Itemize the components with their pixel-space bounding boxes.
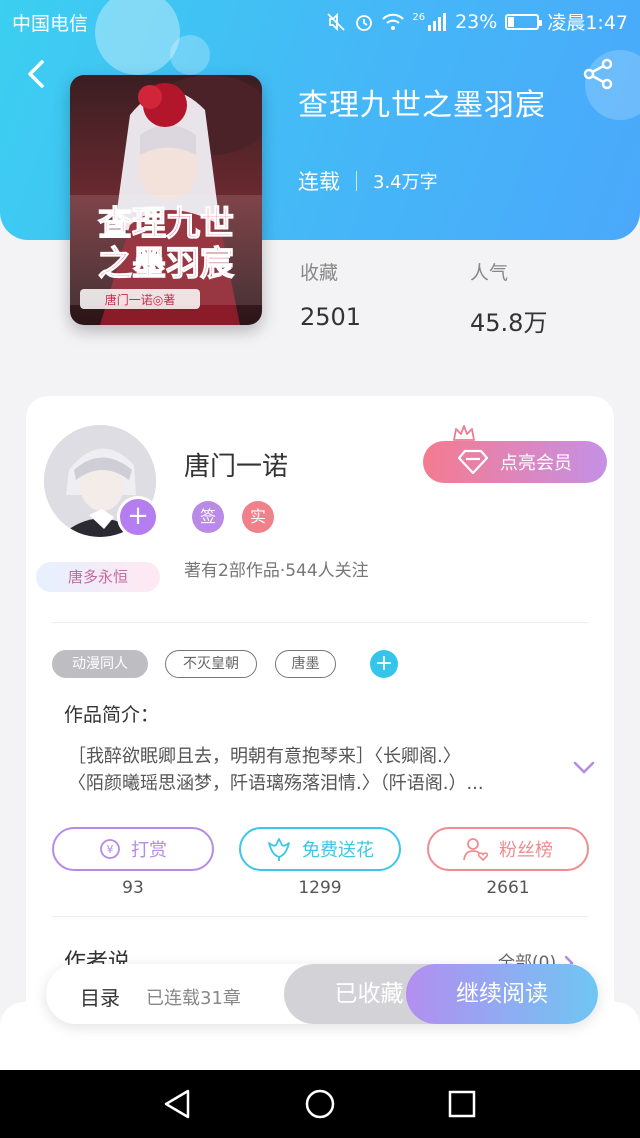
tip-count: 93 bbox=[122, 878, 144, 898]
status-bar: 中国电信 26 23% 凌晨1:47 bbox=[0, 0, 640, 42]
favorites-stat: 收藏 2501 bbox=[300, 258, 361, 331]
carrier-label: 中国电信 bbox=[12, 13, 89, 35]
network-type-label: 26 bbox=[412, 12, 426, 23]
coin-icon: ¥ bbox=[100, 839, 120, 859]
popularity-value: 45.8万 bbox=[470, 309, 548, 337]
nav-back-icon[interactable] bbox=[162, 1088, 192, 1120]
tip-button-label: 打赏 bbox=[131, 840, 167, 861]
continue-reading-button[interactable]: 继续阅读 bbox=[406, 964, 598, 1024]
favorites-label: 收藏 bbox=[300, 262, 339, 284]
status-icons: 26 23% 凌晨1:47 bbox=[326, 8, 628, 35]
user-heart-icon bbox=[463, 838, 489, 861]
popularity-stat: 人气 45.8万 bbox=[470, 258, 547, 338]
tag-item[interactable]: 唐墨 bbox=[275, 650, 336, 678]
book-cover-art: 查理九世 之墨羽宸 唐门一诺◎著 bbox=[70, 75, 262, 325]
signed-badge: 签 bbox=[192, 501, 224, 533]
intro-title: 作品简介： bbox=[64, 704, 160, 726]
fan-badge: 唐多永恒 bbox=[36, 562, 160, 592]
intro-line: ［我醉欲眠卿且去，明朝有意抱琴来］〈长卿阁.〉 bbox=[68, 746, 461, 767]
intro-line: 〈陌颜曦瑶思涵梦，阡语璃殇落泪情.〉（阡语阁.）... bbox=[68, 773, 484, 794]
system-nav-bar bbox=[0, 1070, 640, 1138]
verified-badge: 实 bbox=[242, 501, 274, 533]
battery-percent: 23% bbox=[455, 10, 498, 33]
fan-count: 2661 bbox=[486, 878, 530, 898]
author-name[interactable]: 唐门一诺 bbox=[184, 446, 288, 483]
book-word-count: 3.4万字 bbox=[373, 172, 438, 193]
follow-author-button[interactable]: + bbox=[117, 496, 159, 538]
diamond-icon bbox=[458, 449, 488, 475]
add-tag-button[interactable]: + bbox=[370, 650, 398, 678]
cover-title-line1: 查理九世 bbox=[98, 204, 234, 244]
vip-button-label: 点亮会员 bbox=[500, 453, 572, 474]
signal-icon bbox=[428, 12, 447, 31]
cover-title-line2: 之墨羽宸 bbox=[98, 244, 234, 284]
fan-ranking-label: 粉丝榜 bbox=[499, 840, 553, 861]
book-meta: 连载 3.4万字 bbox=[298, 166, 438, 196]
nav-recent-apps-icon[interactable] bbox=[447, 1089, 477, 1119]
cover-author: 唐门一诺◎著 bbox=[105, 292, 175, 307]
wifi-icon bbox=[382, 13, 405, 30]
expand-intro-chevron-down-icon[interactable] bbox=[572, 758, 596, 776]
toc-button[interactable]: 目录 bbox=[80, 982, 120, 1011]
book-status: 连载 bbox=[298, 170, 340, 194]
chapter-count: 已连载31章 bbox=[146, 988, 241, 1009]
share-icon[interactable] bbox=[580, 56, 616, 92]
send-flower-label: 免费送花 bbox=[302, 840, 374, 861]
tag-item[interactable]: 不灭皇朝 bbox=[165, 650, 257, 678]
popularity-label: 人气 bbox=[470, 262, 509, 284]
flower-icon bbox=[268, 838, 290, 861]
back-icon[interactable] bbox=[20, 56, 56, 92]
vip-button[interactable]: 点亮会员 bbox=[423, 441, 607, 483]
svg-text:¥: ¥ bbox=[107, 843, 114, 856]
book-cover[interactable]: 查理九世 之墨羽宸 唐门一诺◎著 bbox=[70, 75, 262, 325]
battery-fill bbox=[508, 16, 515, 27]
send-flower-button[interactable]: 免费送花 bbox=[239, 827, 401, 871]
card-divider bbox=[52, 916, 588, 917]
bottom-action-bar: 目录 已连载31章 已收藏 继续阅读 bbox=[46, 964, 598, 1024]
flower-count: 1299 bbox=[298, 878, 342, 898]
meta-separator bbox=[356, 171, 357, 191]
fan-ranking-button[interactable]: 粉丝榜 bbox=[427, 827, 589, 871]
tip-button[interactable]: ¥ 打赏 bbox=[52, 827, 214, 871]
mute-icon bbox=[327, 12, 345, 31]
alarm-icon bbox=[356, 14, 373, 31]
tag-item[interactable]: 动漫同人 bbox=[52, 650, 148, 678]
book-title: 查理九世之墨羽宸 bbox=[298, 88, 546, 123]
battery-icon bbox=[505, 13, 543, 30]
card-divider bbox=[52, 622, 588, 623]
author-info: 著有2部作品·544人关注 bbox=[184, 561, 369, 581]
favorites-value: 2501 bbox=[300, 303, 362, 331]
time-label: 凌晨1:47 bbox=[547, 12, 628, 34]
nav-home-icon[interactable] bbox=[304, 1088, 336, 1120]
